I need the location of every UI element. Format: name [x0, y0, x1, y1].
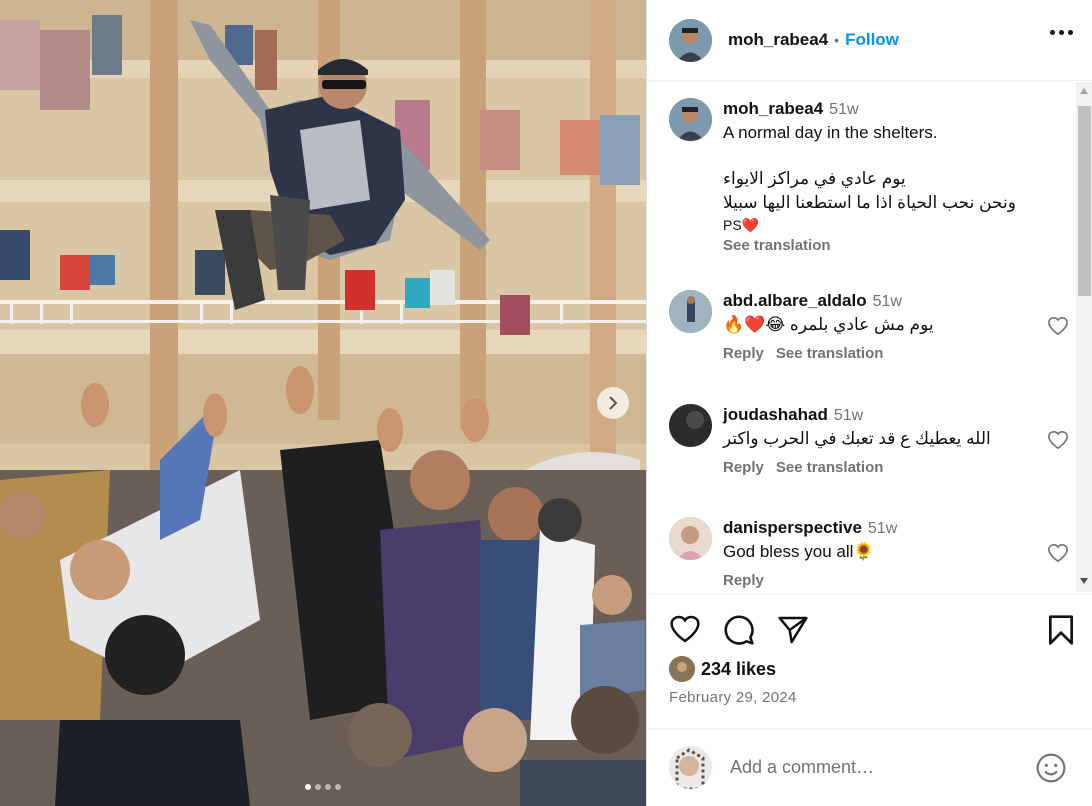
commenter-avatar[interactable] — [669, 517, 712, 560]
add-comment-input[interactable] — [730, 757, 1020, 778]
comment-text: God bless you all🌻 — [723, 542, 875, 561]
comment-icon[interactable] — [723, 614, 755, 646]
comment-text: يوم مش عادي بلمره 😂❤️🔥 — [723, 315, 934, 334]
carousel-dot — [305, 784, 311, 790]
header-separator: • — [834, 32, 840, 48]
see-translation-link[interactable]: See translation — [776, 345, 884, 362]
avatar-image — [669, 18, 712, 62]
comments-scrollbar[interactable] — [1076, 82, 1092, 592]
reply-button[interactable]: Reply — [723, 572, 764, 589]
liker-avatar — [669, 656, 695, 682]
carousel-dot — [325, 784, 331, 790]
chevron-right-icon — [609, 396, 618, 410]
author-username[interactable]: moh_rabea4 — [728, 30, 828, 50]
bookmark-icon[interactable] — [1047, 614, 1075, 646]
next-photo-button[interactable] — [597, 387, 629, 419]
avatar-image — [669, 517, 712, 560]
current-user-avatar — [669, 746, 712, 789]
like-comment-heart-icon[interactable] — [1047, 543, 1069, 563]
author-avatar[interactable] — [669, 18, 712, 62]
post-actions: 234 likes February 29, 2024 — [647, 593, 1092, 721]
comment-time[interactable]: 51w — [873, 293, 902, 310]
avatar-image — [669, 290, 712, 333]
follow-button[interactable]: Follow — [845, 30, 899, 50]
carousel-dot — [335, 784, 341, 790]
comment-time[interactable]: 51w — [834, 407, 863, 424]
post-photo[interactable] — [0, 0, 646, 806]
send-icon[interactable] — [777, 614, 809, 646]
scroll-up-arrow-icon[interactable] — [1080, 88, 1088, 94]
comment-time[interactable]: 51w — [868, 520, 897, 537]
caption-text-ps: PS❤️ — [723, 217, 760, 233]
caption-text-en: A normal day in the shelters. — [723, 123, 938, 142]
avatar-image — [669, 404, 712, 447]
avatar-image — [669, 746, 712, 789]
reply-button[interactable]: Reply — [723, 459, 764, 476]
emoji-icon[interactable] — [1035, 752, 1067, 784]
post-header: moh_rabea4 • Follow — [647, 0, 1092, 81]
scroll-down-arrow-icon[interactable] — [1080, 578, 1088, 584]
post-date[interactable]: February 29, 2024 — [669, 689, 797, 706]
scrollbar-thumb[interactable] — [1078, 106, 1091, 296]
likes-row[interactable]: 234 likes — [669, 656, 776, 682]
carousel-indicators — [0, 784, 646, 790]
comment-text: الله يعطيك ع قد تعبك في الحرب واكتر — [723, 429, 991, 448]
comment-username[interactable]: danisperspective — [723, 518, 862, 537]
caption-time[interactable]: 51w — [829, 101, 858, 118]
avatar-image — [669, 656, 695, 682]
comment-item: joudashahad 51w الله يعطيك ع قد تعبك في ا… — [669, 404, 1069, 476]
caption-username[interactable]: moh_rabea4 — [723, 99, 823, 118]
caption-text-ar-2: ونحن نحب الحياة اذا ما استطعنا اليها سبي… — [723, 193, 1016, 212]
commenter-avatar[interactable] — [669, 404, 712, 447]
like-comment-heart-icon[interactable] — [1047, 316, 1069, 336]
caption: moh_rabea4 51w A normal day in the shelte… — [669, 98, 1069, 254]
post-image — [0, 0, 646, 806]
commenter-avatar[interactable] — [669, 290, 712, 333]
see-translation-link[interactable]: See translation — [723, 237, 831, 254]
likes-count[interactable]: 234 likes — [701, 659, 776, 680]
see-translation-link[interactable]: See translation — [776, 459, 884, 476]
caption-avatar[interactable] — [669, 98, 712, 141]
comment-item: danisperspective 51w God bless you all🌻 R… — [669, 517, 1069, 589]
comment-username[interactable]: abd.albare_aldalo — [723, 291, 867, 310]
comment-username[interactable]: joudashahad — [723, 405, 828, 424]
like-comment-heart-icon[interactable] — [1047, 430, 1069, 450]
more-options-icon[interactable] — [1050, 30, 1073, 35]
comment-item: abd.albare_aldalo 51w يوم مش عادي بلمره 😂… — [669, 290, 1069, 362]
avatar-image — [669, 98, 712, 141]
carousel-dot — [315, 784, 321, 790]
comments-section[interactable]: moh_rabea4 51w A normal day in the shelte… — [647, 82, 1092, 592]
caption-text-ar-1: يوم عادي في مراكز الايواء — [723, 169, 906, 188]
reply-button[interactable]: Reply — [723, 345, 764, 362]
heart-icon[interactable] — [669, 614, 701, 644]
post-sidebar: moh_rabea4 • Follow moh_rabea4 51w A norm… — [646, 0, 1092, 806]
add-comment-bar — [647, 728, 1092, 806]
